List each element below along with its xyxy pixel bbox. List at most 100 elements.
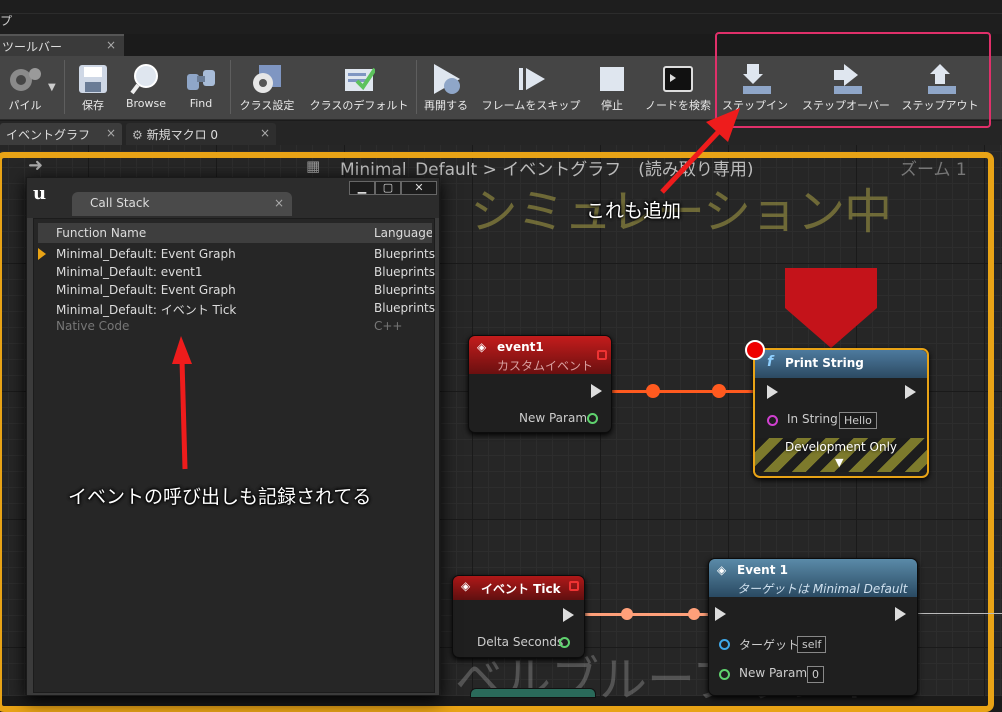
tab-event-graph-label: イベントグラフ — [6, 128, 91, 142]
param-output-pin[interactable] — [587, 413, 598, 424]
close-icon[interactable]: × — [260, 126, 270, 140]
zoom-level: ズーム 1 — [900, 160, 967, 180]
class-settings-button[interactable]: クラス設定 — [236, 56, 298, 118]
call-stack-row[interactable]: Minimal_Default: Event Graph Blueprints — [38, 245, 436, 263]
param-input-pin[interactable] — [719, 669, 730, 680]
expand-chevron-icon[interactable]: ▼ — [835, 456, 843, 469]
function-name: Minimal_Default: Event Graph — [56, 247, 236, 261]
exec-input-pin[interactable] — [715, 607, 726, 621]
skip-frame-button[interactable]: フレームをスキップ — [478, 56, 584, 118]
node-event-tick[interactable]: ◈ イベント Tick Delta Seconds — [452, 575, 585, 658]
wire-knot — [688, 608, 700, 620]
toolbar-tab-label: ツールバー — [2, 40, 63, 54]
wire-knot — [712, 384, 726, 398]
node-subtitle: カスタムイベント — [497, 359, 594, 373]
function-name: Minimal_Default: event1 — [56, 265, 203, 279]
delegate-pin-icon[interactable] — [597, 350, 607, 360]
language: Blueprints — [374, 301, 436, 315]
save-disk-icon — [77, 62, 109, 96]
language: Blueprints — [374, 283, 436, 297]
compile-gear-icon — [9, 62, 41, 96]
delegate-pin-icon[interactable] — [569, 581, 579, 591]
class-defaults-check-icon — [343, 62, 375, 96]
node-event1[interactable]: ◈ event1 カスタムイベント New Param — [468, 335, 612, 433]
target-input-pin[interactable] — [719, 639, 730, 650]
tab-new-macro[interactable]: ⚙ 新規マクロ 0 × — [126, 123, 276, 145]
toolbar-tab[interactable]: ツールバー × — [0, 34, 124, 56]
close-icon[interactable]: × — [106, 38, 116, 52]
call-stack-row[interactable]: Minimal_Default: Event Graph Blueprints — [38, 281, 436, 299]
exec-wire — [918, 613, 1002, 614]
wire-knot — [621, 608, 633, 620]
call-stack-row[interactable]: Minimal_Default: event1 Blueprints — [38, 263, 435, 281]
pin-label: Delta Seconds — [477, 635, 564, 649]
float-output-pin[interactable] — [559, 637, 570, 648]
tab-call-stack-label: Call Stack — [90, 196, 150, 210]
save-button[interactable]: 保存 — [70, 56, 116, 118]
find-button[interactable]: Find — [176, 56, 226, 118]
current-frame-arrow-icon — [38, 248, 46, 260]
call-stack-row[interactable]: Minimal_Default: イベント Tick Blueprints — [38, 299, 436, 317]
function-name: Minimal_Default: Event Graph — [56, 283, 236, 297]
browse-label: Browse — [125, 97, 167, 110]
pin-label: ターゲット — [739, 638, 800, 652]
find-node-icon — [662, 62, 694, 96]
exec-output-pin[interactable] — [563, 608, 574, 622]
language: Blueprints — [374, 247, 436, 261]
pin-label: New Param — [519, 411, 588, 425]
exec-output-pin[interactable] — [591, 384, 602, 398]
event-diamond-icon: ◈ — [477, 340, 487, 354]
close-icon[interactable]: × — [274, 196, 284, 210]
tab-event-graph[interactable]: イベントグラフ × — [0, 123, 122, 145]
string-input-pin[interactable] — [767, 415, 778, 426]
column-header-language[interactable]: Language — [374, 226, 432, 240]
node-partial[interactable] — [470, 688, 596, 698]
target-value[interactable]: self — [797, 636, 827, 653]
annotation-toolbar-note: これも追加 — [586, 200, 682, 222]
resume-play-icon — [430, 62, 462, 96]
function-name: Minimal_Default: イベント Tick — [56, 303, 237, 317]
column-header-function[interactable]: Function Name — [56, 226, 146, 240]
resume-label: 再開する — [424, 99, 468, 112]
class-settings-gear-icon — [251, 62, 283, 96]
stop-icon — [596, 62, 628, 96]
minimize-icon[interactable]: ▁ — [349, 181, 375, 195]
exec-input-pin[interactable] — [767, 385, 778, 399]
breakpoint-current-arrow-icon — [785, 268, 877, 348]
menu-divider — [0, 13, 1002, 14]
window-titlebar[interactable]: u ▁ ▢ ✕ Call Stack × — [27, 178, 439, 218]
unreal-logo-icon: u — [33, 183, 47, 204]
node-print-string[interactable]: f Print String In String Hello Developme… — [753, 348, 929, 478]
annotation-arrow-icon — [172, 336, 192, 470]
stop-button[interactable]: 停止 — [590, 56, 634, 118]
compile-label: パイル — [8, 99, 42, 112]
close-icon[interactable]: × — [106, 126, 116, 140]
toolbar-separator — [64, 60, 65, 114]
event-diamond-icon: ◈ — [461, 579, 471, 593]
node-title: イベント Tick — [481, 582, 561, 596]
maximize-icon[interactable]: ▢ — [375, 181, 401, 195]
resume-button[interactable]: 再開する — [420, 56, 472, 118]
exec-output-pin[interactable] — [895, 607, 906, 621]
gear-icon: ⚙ — [132, 128, 143, 142]
menu-item-help[interactable]: プ — [0, 12, 12, 29]
menu-bar: プ — [0, 0, 1002, 34]
close-icon[interactable]: ✕ — [401, 181, 437, 195]
exec-wire — [606, 390, 756, 393]
compile-button[interactable]: パイル — [0, 56, 54, 118]
forward-arrow-icon[interactable]: ➜ — [28, 155, 43, 176]
node-event-1-call[interactable]: ◈ Event 1 ターゲットは Minimal Default ターゲット s… — [708, 558, 918, 696]
param-value[interactable]: 0 — [807, 666, 824, 683]
breakpoint-icon[interactable] — [745, 340, 765, 360]
call-stack-row[interactable]: Native Code C++ — [38, 317, 432, 335]
in-string-value[interactable]: Hello — [839, 412, 877, 429]
chevron-down-icon[interactable]: ▼ — [48, 82, 56, 93]
pin-label: In String — [787, 412, 838, 426]
exec-output-pin[interactable] — [905, 385, 916, 399]
find-label: Find — [189, 97, 213, 110]
function-name: Native Code — [56, 319, 130, 333]
class-defaults-button[interactable]: クラスのデフォルト — [306, 56, 412, 118]
tab-new-macro-label: 新規マクロ 0 — [146, 128, 219, 142]
browse-button[interactable]: Browse — [120, 56, 172, 118]
tab-call-stack[interactable]: Call Stack × — [72, 192, 292, 216]
